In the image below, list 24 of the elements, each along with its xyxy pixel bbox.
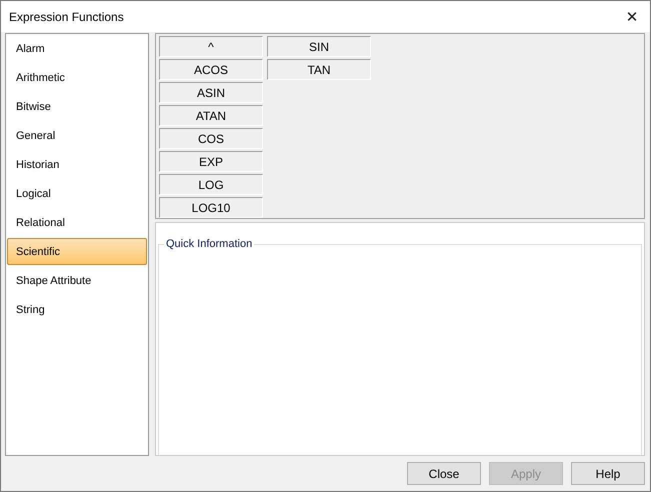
- category-item[interactable]: Relational: [7, 209, 147, 236]
- window-title: Expression Functions: [9, 10, 124, 24]
- function-button[interactable]: ATAN: [159, 105, 263, 126]
- category-item[interactable]: General: [7, 122, 147, 149]
- function-button[interactable]: LOG10: [159, 197, 263, 218]
- function-button[interactable]: COS: [159, 128, 263, 149]
- category-item[interactable]: Historian: [7, 151, 147, 178]
- function-button[interactable]: ACOS: [159, 59, 263, 80]
- function-button[interactable]: LOG: [159, 174, 263, 195]
- dialog-button[interactable]: Close: [407, 462, 481, 485]
- category-item[interactable]: String: [7, 296, 147, 323]
- category-item[interactable]: Logical: [7, 180, 147, 207]
- function-button[interactable]: ^: [159, 36, 263, 57]
- function-button[interactable]: EXP: [159, 151, 263, 172]
- function-button[interactable]: ASIN: [159, 82, 263, 103]
- category-item[interactable]: Bitwise: [7, 93, 147, 120]
- category-item[interactable]: Arithmetic: [7, 64, 147, 91]
- group-title: Quick Information: [164, 238, 254, 250]
- function-button[interactable]: TAN: [267, 59, 371, 80]
- category-item[interactable]: Shape Attribute: [7, 267, 147, 294]
- category-item[interactable]: Scientific: [7, 238, 147, 265]
- category-item[interactable]: Alarm: [7, 35, 147, 62]
- function-button[interactable]: SIN: [267, 36, 371, 57]
- dialog-button[interactable]: Help: [571, 462, 645, 485]
